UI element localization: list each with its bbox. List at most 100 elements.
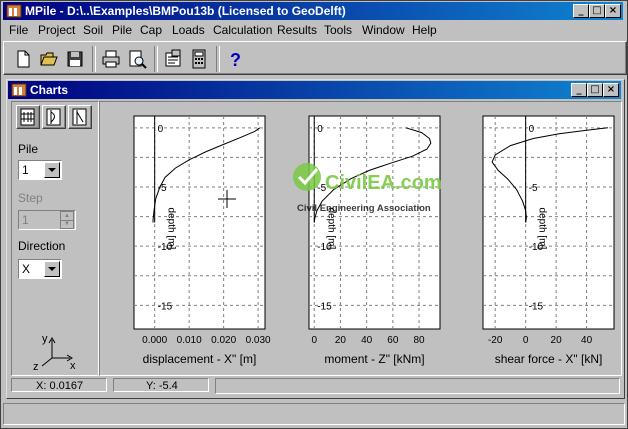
mpile-app-icon — [6, 4, 22, 18]
direction-label: Direction — [18, 239, 66, 253]
print-preview-icon[interactable] — [126, 48, 148, 70]
menu-help[interactable]: Help — [412, 23, 437, 37]
menu-results[interactable]: Results — [277, 23, 317, 37]
menu-calculation[interactable]: Calculation — [213, 23, 272, 37]
x-tick-label: 80 — [413, 335, 425, 346]
x-axis-label: shear force - X" [kN] — [495, 352, 603, 366]
menu-loads[interactable]: Loads — [172, 23, 205, 37]
bookmark-mode-icon — [20, 108, 35, 126]
menu-soil[interactable]: Soil — [83, 23, 103, 37]
print-icon[interactable] — [100, 48, 122, 70]
menu-cap[interactable]: Cap — [140, 23, 162, 37]
view-mode-button-3[interactable] — [68, 105, 92, 129]
axis-y-label: y — [42, 333, 48, 345]
close-icon: × — [608, 5, 618, 16]
charts-minimize-button[interactable]: _ — [571, 83, 587, 97]
charts-window: Charts _ □ × Pile 1 Step 1 ▲ ▼ Direction… — [6, 79, 625, 399]
app-titlebar[interactable]: MPile - D:\..\Examples\BMPou13b (License… — [3, 2, 623, 20]
direction-select[interactable]: X — [18, 259, 62, 279]
y-axis-label: depth [m] — [166, 208, 177, 250]
status-empty-cell — [215, 378, 620, 394]
minimize-icon: _ — [576, 84, 582, 95]
x-tick-label: 40 — [581, 335, 593, 346]
cursor-status-row: X: 0.0167 Y: -5.4 — [11, 378, 620, 394]
chart-view-icon — [46, 108, 61, 126]
charts-titlebar[interactable]: Charts _ □ × — [8, 81, 621, 99]
calculator-icon[interactable] — [188, 48, 210, 70]
maximize-icon: □ — [592, 5, 602, 16]
chart-edit-icon — [72, 108, 87, 126]
x-tick-label: 0.000 — [142, 335, 167, 346]
app-title: MPile - D:\..\Examples\BMPou13b (License… — [25, 4, 346, 18]
x-tick-label: 0.030 — [246, 335, 271, 346]
charts-close-button[interactable]: × — [603, 83, 619, 97]
maximize-icon: □ — [590, 84, 600, 95]
new-file-icon[interactable] — [12, 48, 34, 70]
main-window: MPile - D:\..\Examples\BMPou13b (License… — [0, 0, 628, 429]
cursor-y-readout: Y: -5.4 — [113, 378, 209, 392]
step-spinner[interactable]: 1 ▲ ▼ — [18, 210, 76, 230]
cursor-x-readout: X: 0.0167 — [11, 378, 107, 392]
pile-label: Pile — [18, 142, 39, 156]
axis-z-label: z — [33, 361, 39, 370]
open-folder-icon[interactable] — [38, 48, 60, 70]
y-tick-label: 0 — [529, 124, 535, 135]
minimize-button[interactable]: _ — [573, 4, 589, 18]
menu-project[interactable]: Project — [38, 23, 75, 37]
x-tick-label: 0.020 — [211, 335, 236, 346]
toolbar-separator — [92, 46, 96, 72]
menu-pile[interactable]: Pile — [112, 23, 132, 37]
axes-orientation-icon: y x z — [33, 333, 76, 370]
watermark-logo: CivilEA.com Civil Engineering Associatio… — [293, 163, 442, 214]
spinner-down-icon[interactable]: ▼ — [60, 220, 74, 229]
x-tick-label: 0 — [311, 335, 317, 346]
charts-canvas[interactable]: 0-5-10-150.000 0.010 0.020 0.030depth [m]di… — [100, 102, 619, 373]
watermark-name: CivilEA.com — [325, 172, 442, 194]
y-tick-label: 0 — [317, 124, 323, 135]
axis-x-label: x — [70, 360, 76, 370]
svg-text:?: ? — [230, 50, 241, 70]
menu-window[interactable]: Window — [362, 23, 405, 37]
plot-area — [133, 115, 266, 330]
view-mode-button-1[interactable] — [16, 105, 40, 129]
step-label: Step — [18, 191, 43, 205]
menu-tools[interactable]: Tools — [324, 23, 352, 37]
y-axis-label: depth [m] — [537, 208, 548, 250]
status-bar — [3, 403, 625, 425]
x-tick-label: -20 — [488, 335, 503, 346]
x-tick-label: 60 — [387, 335, 399, 346]
charts-window-icon — [11, 83, 27, 97]
toolbar-separator — [154, 46, 158, 72]
direction-select-value: X — [22, 262, 31, 276]
pile-select-value: 1 — [22, 163, 29, 177]
x-axis-label: moment - Z" [kNm] — [324, 352, 424, 366]
y-tick-label: -15 — [529, 301, 544, 312]
x-tick-label: 0 — [523, 335, 529, 346]
maximize-button[interactable]: □ — [589, 4, 605, 18]
y-tick-label: 0 — [158, 124, 164, 135]
x-tick-label: 40 — [361, 335, 373, 346]
charts-area: 0 -5 -10 -15 0.000 0.010 0.020 0.030 depth [m] di… — [99, 101, 622, 376]
properties-icon[interactable] — [162, 48, 184, 70]
x-tick-label: 20 — [551, 335, 563, 346]
close-icon: × — [606, 84, 616, 95]
charts-maximize-button[interactable]: □ — [587, 83, 603, 97]
y-tick-label: -15 — [317, 301, 332, 312]
options-panel: Pile 1 Step 1 ▲ ▼ Direction X y x z — [11, 101, 99, 376]
charts-title: Charts — [30, 83, 69, 97]
x-tick-label: 20 — [335, 335, 347, 346]
view-mode-button-2[interactable] — [42, 105, 66, 129]
watermark-subtitle: Civil Engineering Association — [297, 203, 431, 214]
y-tick-label: -15 — [158, 301, 173, 312]
toolbar-separator — [216, 46, 220, 72]
help-icon[interactable]: ? — [224, 48, 246, 70]
save-icon[interactable] — [64, 48, 86, 70]
chevron-down-icon[interactable] — [44, 162, 60, 178]
x-tick-label: 0.010 — [177, 335, 202, 346]
menu-file[interactable]: File — [9, 23, 28, 37]
minimize-icon: _ — [578, 5, 584, 16]
step-spinner-value: 1 — [22, 213, 29, 227]
chevron-down-icon[interactable] — [44, 261, 60, 277]
pile-select[interactable]: 1 — [18, 160, 62, 180]
close-button[interactable]: × — [605, 4, 621, 18]
